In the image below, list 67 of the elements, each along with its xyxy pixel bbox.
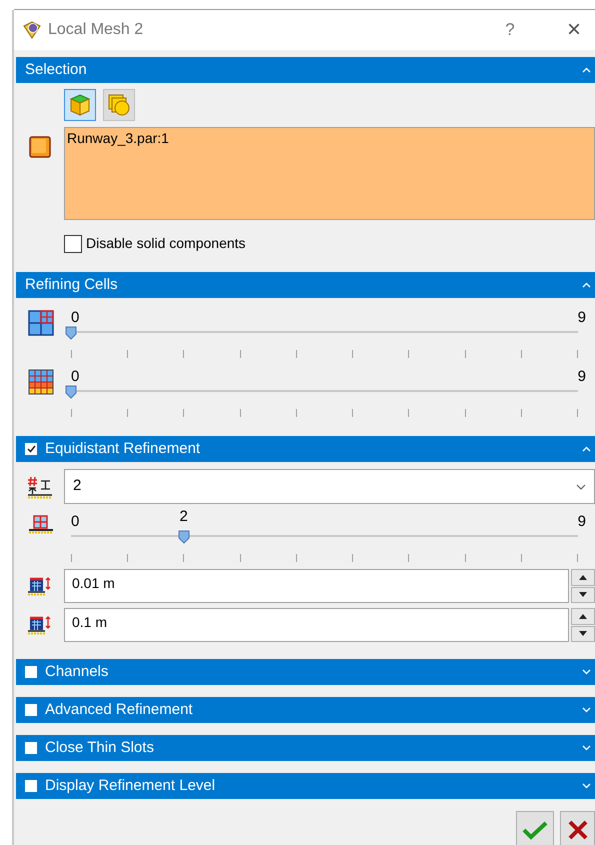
decrement-button[interactable] [571,586,595,603]
section-header[interactable]: Refining Cells [16,272,595,298]
window-title: Local Mesh 2 [48,20,144,40]
section-header[interactable]: Advanced Refinement [16,697,595,723]
section-title: Channels [45,662,110,682]
slider-thumb[interactable] [178,530,190,544]
grid-table-icon [28,369,54,395]
triangle-up-icon [579,614,587,619]
slider-min-label: 0 [71,308,80,326]
dropdown-caret-icon [576,484,586,490]
slider-max-label: 9 [578,512,586,530]
increment-button[interactable] [571,608,595,624]
close-button[interactable]: × [559,12,589,48]
section-title: Display Refinement Level [45,776,216,796]
section-header[interactable]: Channels [16,659,595,685]
mesh-app-icon [22,20,42,40]
chevron-down-icon [582,669,591,675]
slider-min-label: 0 [71,512,80,530]
section-title: Equidistant Refinement [45,438,202,459]
chevron-up-icon [582,446,591,452]
checkbox[interactable] [64,234,82,252]
chevron-down-icon [582,745,591,751]
section-header[interactable]: Selection [16,57,595,83]
section-header[interactable]: Close Thin Slots [16,735,595,761]
slider-value-label: 2 [179,507,188,527]
chevron-down-icon [582,783,591,789]
section-title: Advanced Refinement [45,700,194,720]
decrement-button[interactable] [571,626,595,642]
increment-button[interactable] [571,569,595,586]
window-grid-icon [28,514,54,534]
chevron-up-icon [582,282,591,288]
section-title: Refining Cells [25,274,119,295]
count-dropdown[interactable]: 2 [64,469,595,504]
slider-max-label: 9 [578,367,586,385]
slider-thumb[interactable] [65,326,77,340]
triangle-up-icon [579,574,587,580]
triangle-down-icon [579,631,587,636]
help-button[interactable]: ? [495,17,525,43]
x-icon [568,820,588,840]
cube-icon [68,93,92,117]
grid-cells-icon [28,310,54,336]
triangle-down-icon [579,592,587,598]
section-title: Selection [25,60,88,80]
building-height-icon [27,575,53,597]
slider-thumb[interactable] [65,385,77,399]
selection-list[interactable]: Runway_3.par:1 [64,127,595,220]
checkmark-icon [26,445,36,453]
chevron-down-icon [582,707,591,713]
surface-filter-button[interactable] [103,89,135,121]
solid-filter-button[interactable] [64,89,96,121]
section-header[interactable]: Equidistant Refinement [16,436,595,462]
slider-max-label: 9 [578,308,586,326]
faces-icon [107,93,131,117]
number-input[interactable]: 0.1 m [64,608,569,642]
number-input[interactable]: 0.01 m [64,569,569,603]
cancel-button[interactable] [560,811,595,845]
ok-button[interactable] [516,811,554,845]
checkmark-icon [522,820,548,840]
chevron-up-icon [582,67,591,73]
checkbox-label: Disable solid components [86,234,246,253]
section-title: Close Thin Slots [45,738,155,758]
building-height-icon [27,614,53,636]
selection-item[interactable]: Runway_3.par:1 [67,130,169,146]
box-icon [28,135,52,159]
section-header[interactable]: Display Refinement Level [16,773,595,799]
slider-min-label: 0 [71,367,80,385]
count-spacing-icon [27,474,53,498]
